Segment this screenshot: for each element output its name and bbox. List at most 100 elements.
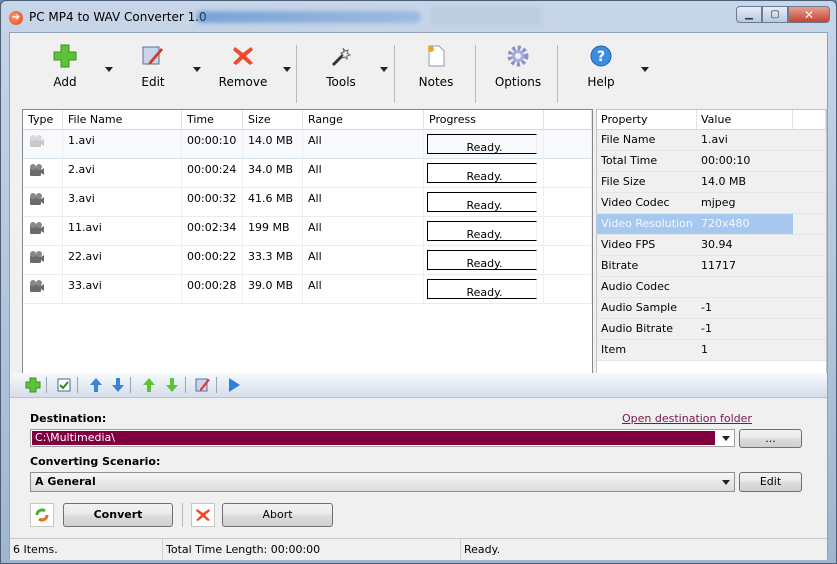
- play-button[interactable]: [225, 376, 243, 394]
- progress-status: Ready.: [427, 250, 537, 270]
- column-header-progress[interactable]: Progress: [424, 110, 544, 129]
- tools-dropdown-arrow[interactable]: [380, 67, 388, 72]
- notes-button[interactable]: Notes: [418, 41, 454, 89]
- property-row[interactable]: Video Resolution 720x480: [597, 214, 826, 235]
- minimize-icon: ▁: [745, 9, 753, 20]
- help-dropdown-arrow[interactable]: [641, 67, 649, 72]
- maximize-button[interactable]: ▢: [762, 6, 788, 23]
- convert-icon-button[interactable]: [30, 503, 54, 527]
- file-range-cell: All: [303, 188, 424, 216]
- file-name-cell: 22.avi: [63, 246, 182, 274]
- gear-icon: [507, 45, 529, 67]
- options-button[interactable]: Options: [494, 41, 542, 89]
- property-key: Item: [601, 343, 627, 356]
- blurred-background: [431, 7, 541, 25]
- file-row[interactable]: 3.avi 00:00:32 41.6 MB All Ready.: [23, 188, 592, 217]
- file-list[interactable]: Type File Name Time Size Range Progress …: [22, 109, 593, 374]
- edit-label: Edit: [141, 75, 165, 89]
- move-up-button[interactable]: [87, 376, 105, 394]
- empty-cell: [544, 130, 592, 158]
- edit-dropdown-arrow[interactable]: [193, 67, 201, 72]
- status-state: Ready.: [464, 543, 501, 556]
- move-bottom-button[interactable]: [163, 376, 181, 394]
- file-row[interactable]: 1.avi 00:00:10 14.0 MB All Ready.: [23, 130, 592, 159]
- properties-panel[interactable]: Property Value File Name 1.avi Total Tim…: [596, 109, 827, 374]
- film-reel-icon: [30, 280, 44, 292]
- property-key: Video Codec: [601, 196, 670, 209]
- abort-icon-button[interactable]: [191, 503, 215, 527]
- property-row[interactable]: Audio Sample -1: [597, 298, 826, 319]
- column-header-file-name[interactable]: File Name: [63, 110, 182, 129]
- property-row[interactable]: Item 1: [597, 340, 826, 361]
- convert-button[interactable]: Convert: [63, 503, 173, 527]
- destination-value: C:\Multimedia\: [32, 431, 715, 445]
- separator: [77, 377, 78, 393]
- edit-file-button[interactable]: [194, 376, 212, 394]
- property-row[interactable]: Total Time 00:00:10: [597, 151, 826, 172]
- edit-button[interactable]: Edit: [138, 41, 168, 89]
- add-button[interactable]: Add: [48, 41, 82, 89]
- file-range-cell: All: [303, 275, 424, 303]
- column-header-property[interactable]: Property: [597, 110, 697, 129]
- minimize-button[interactable]: ▁: [736, 6, 762, 23]
- scenario-edit-button[interactable]: Edit: [739, 472, 802, 492]
- edit-icon: [195, 378, 210, 392]
- add-dropdown-arrow[interactable]: [105, 67, 113, 72]
- property-row[interactable]: File Size 14.0 MB: [597, 172, 826, 193]
- property-row[interactable]: Audio Codec: [597, 277, 826, 298]
- property-row[interactable]: Video FPS 30.94: [597, 235, 826, 256]
- main-toolbar: Add Edit Remove Tools Notes Options ? He…: [10, 33, 827, 103]
- column-header-range[interactable]: Range: [303, 110, 424, 129]
- help-label: Help: [587, 75, 615, 89]
- chevron-down-icon[interactable]: [722, 436, 730, 441]
- file-type-cell: [23, 275, 63, 303]
- separator: [216, 377, 217, 393]
- file-type-cell: [23, 217, 63, 245]
- property-row[interactable]: Bitrate 11717: [597, 256, 826, 277]
- remove-dropdown-arrow[interactable]: [283, 67, 291, 72]
- move-down-button[interactable]: [109, 376, 127, 394]
- tools-button[interactable]: Tools: [324, 41, 358, 89]
- progress-status: Ready.: [427, 163, 537, 183]
- property-row[interactable]: Video Codec mjpeg: [597, 193, 826, 214]
- window-title: PC MP4 to WAV Converter 1.0: [29, 10, 207, 24]
- empty-cell: [793, 214, 826, 234]
- file-row[interactable]: 22.avi 00:00:22 33.3 MB All Ready.: [23, 246, 592, 275]
- open-destination-folder-link[interactable]: Open destination folder: [622, 412, 752, 425]
- file-row[interactable]: 33.avi 00:00:28 39.0 MB All Ready.: [23, 275, 592, 304]
- remove-button[interactable]: Remove: [218, 41, 268, 89]
- column-header-size[interactable]: Size: [243, 110, 303, 129]
- file-time-cell: 00:00:28: [182, 275, 243, 303]
- help-button[interactable]: ? Help: [586, 41, 616, 89]
- close-button[interactable]: ✕: [788, 6, 830, 23]
- file-row[interactable]: 2.avi 00:00:24 34.0 MB All Ready.: [23, 159, 592, 188]
- properties-footer: [597, 361, 826, 373]
- empty-cell: [793, 172, 826, 192]
- add-file-button[interactable]: [24, 376, 42, 394]
- destination-combobox[interactable]: C:\Multimedia\: [30, 429, 735, 447]
- empty-cell: [544, 188, 592, 216]
- property-key: Audio Codec: [601, 280, 670, 293]
- move-top-icon: [143, 378, 155, 392]
- scenario-select[interactable]: A General: [30, 472, 735, 492]
- abort-button[interactable]: Abort: [222, 503, 333, 527]
- file-row[interactable]: 11.avi 00:02:34 199 MB All Ready.: [23, 217, 592, 246]
- empty-cell: [544, 159, 592, 187]
- column-header-value[interactable]: Value: [697, 110, 793, 129]
- check-all-button[interactable]: [55, 376, 73, 394]
- file-range-cell: All: [303, 246, 424, 274]
- progress-status: Ready.: [427, 134, 537, 154]
- property-row[interactable]: File Name 1.avi: [597, 130, 826, 151]
- file-type-cell: [23, 188, 63, 216]
- file-range-cell: All: [303, 217, 424, 245]
- status-item-count: 6 Items.: [10, 539, 163, 560]
- column-header-time[interactable]: Time: [182, 110, 243, 129]
- scenario-value: A General: [35, 475, 96, 488]
- progress-status: Ready.: [427, 279, 537, 299]
- property-row[interactable]: Audio Bitrate -1: [597, 319, 826, 340]
- browse-button[interactable]: ...: [739, 429, 802, 448]
- title-bar[interactable]: ➔ PC MP4 to WAV Converter 1.0 ▁ ▢ ✕: [1, 1, 836, 31]
- move-top-button[interactable]: [140, 376, 158, 394]
- column-header-type[interactable]: Type: [23, 110, 63, 129]
- chevron-down-icon[interactable]: [722, 480, 730, 485]
